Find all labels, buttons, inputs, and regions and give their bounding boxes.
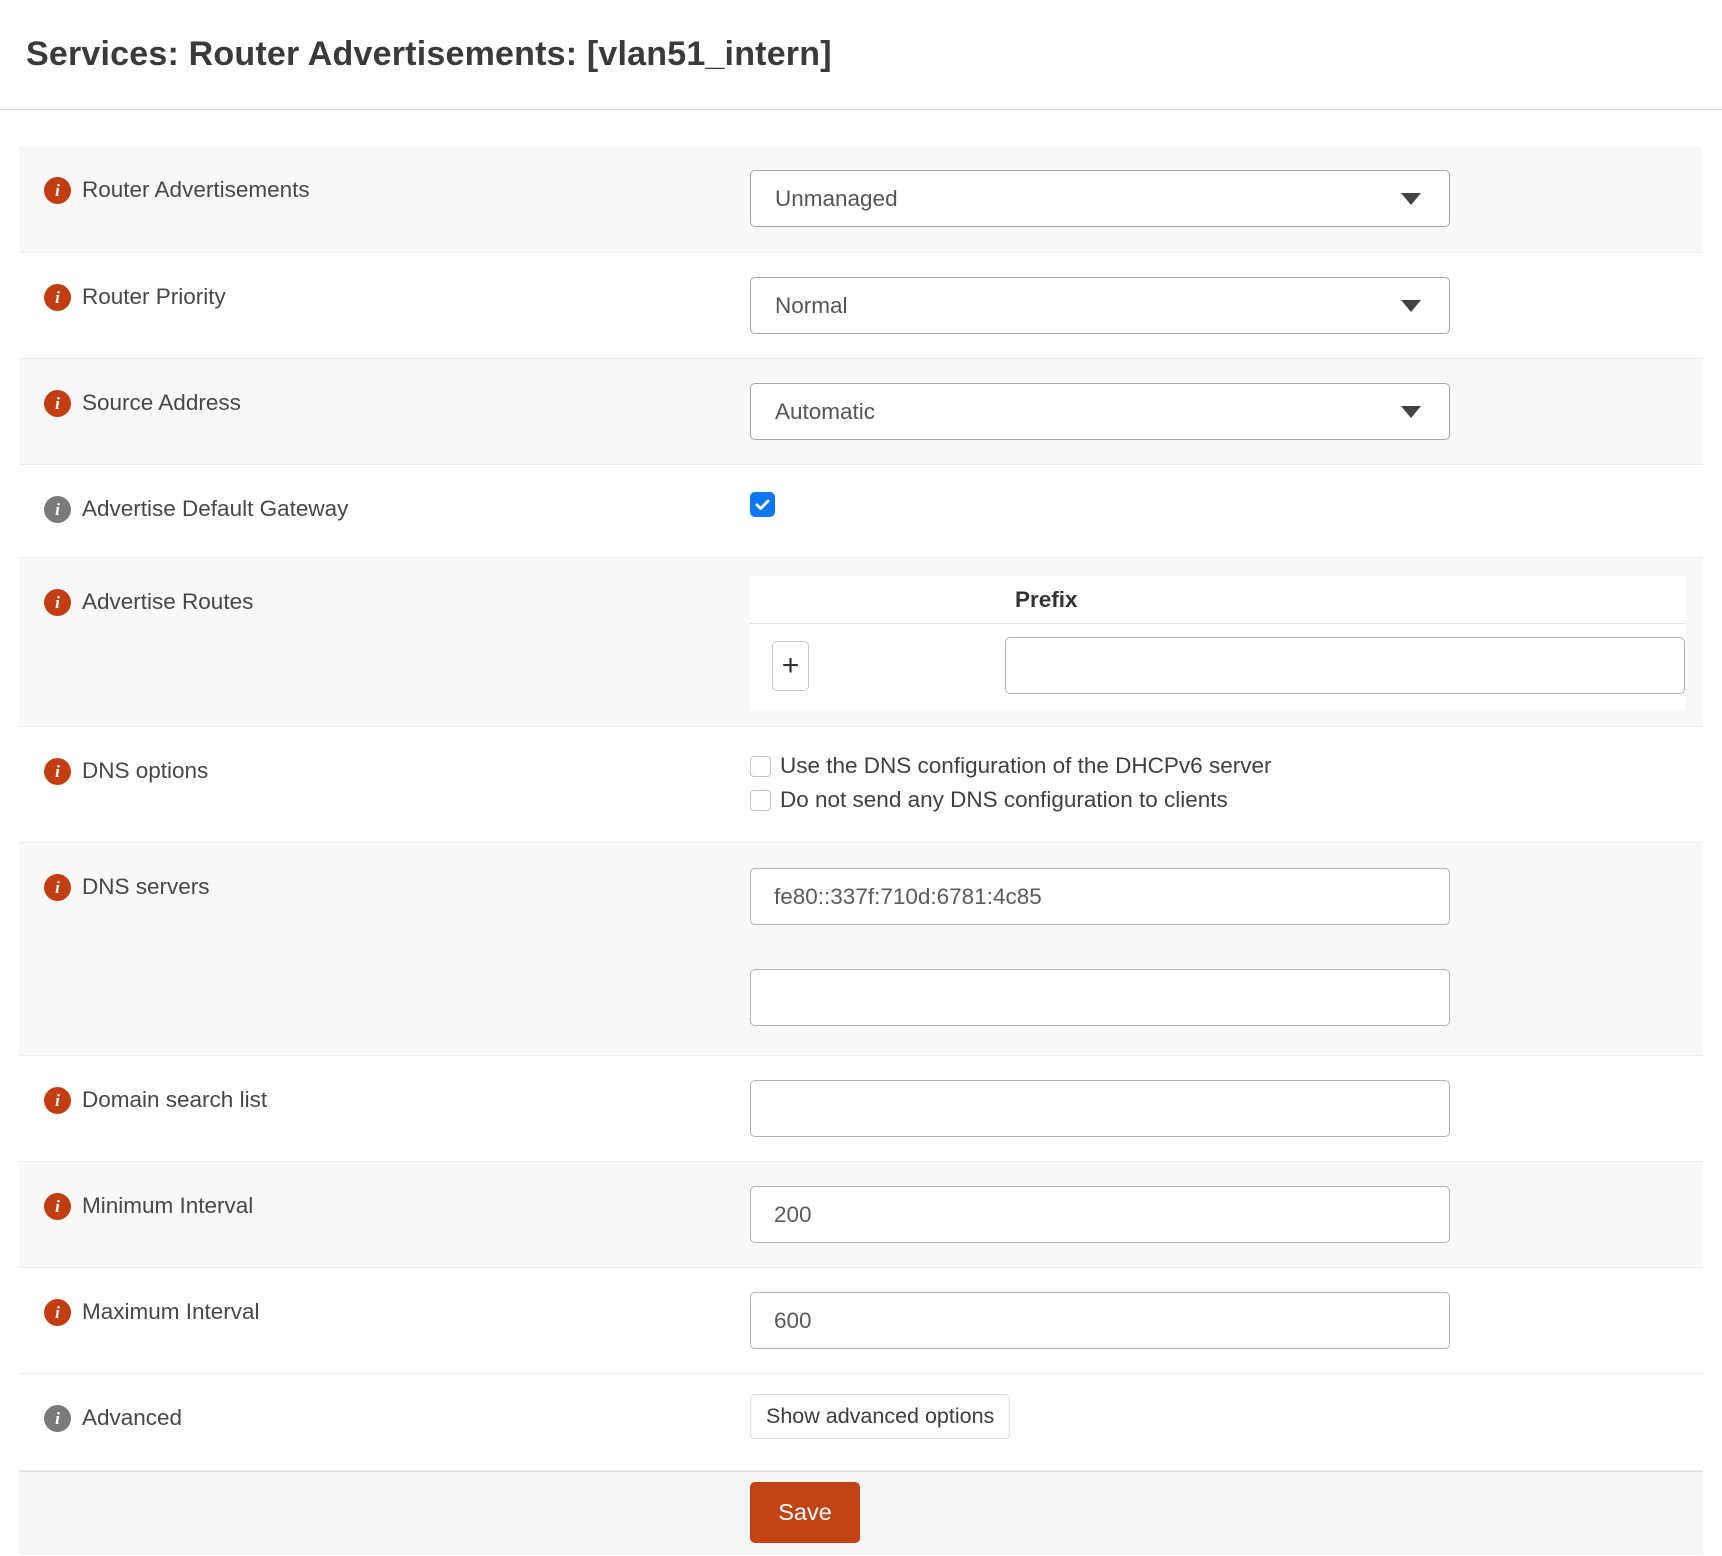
- use-dhcpv6-dns-checkbox[interactable]: [750, 756, 771, 777]
- advertise-default-gateway-checkbox[interactable]: [750, 492, 775, 517]
- row-control-cell: [750, 1056, 1703, 1161]
- row-control-cell: [750, 1268, 1703, 1373]
- chevron-down-icon: [1401, 193, 1421, 205]
- field-label: DNS servers: [82, 874, 210, 900]
- route-prefix-input[interactable]: [1005, 637, 1685, 694]
- info-icon[interactable]: i: [44, 1299, 71, 1326]
- row-control-cell: Use the DNS configuration of the DHCPv6 …: [750, 727, 1703, 842]
- row-control-cell: Automatic: [750, 359, 1703, 464]
- row-label-cell: i DNS servers: [19, 843, 750, 1055]
- router-priority-select[interactable]: Normal: [750, 277, 1450, 334]
- row-label-cell: i Domain search list: [19, 1056, 750, 1161]
- row-label-cell: i Advertise Default Gateway: [19, 465, 750, 557]
- row-control-cell: [750, 1162, 1703, 1267]
- info-icon[interactable]: i: [44, 1087, 71, 1114]
- info-icon[interactable]: i: [44, 496, 71, 523]
- field-label: Advanced: [82, 1405, 182, 1431]
- info-icon[interactable]: i: [44, 874, 71, 901]
- row-control-cell: [750, 843, 1703, 1055]
- selected-value: Automatic: [775, 399, 875, 425]
- selected-value: Unmanaged: [775, 186, 898, 212]
- row-advanced: i Advanced Show advanced options: [19, 1374, 1703, 1471]
- no-dns-config-checkbox[interactable]: [750, 790, 771, 811]
- row-label-cell: i Maximum Interval: [19, 1268, 750, 1373]
- field-label: Minimum Interval: [82, 1193, 253, 1219]
- dns-option-1: Use the DNS configuration of the DHCPv6 …: [750, 753, 1684, 779]
- field-label: Source Address: [82, 390, 241, 416]
- chevron-down-icon: [1401, 406, 1421, 418]
- info-icon[interactable]: i: [44, 589, 71, 616]
- row-label-cell: i Minimum Interval: [19, 1162, 750, 1267]
- router-advertisements-select[interactable]: Unmanaged: [750, 170, 1450, 227]
- maximum-interval-input[interactable]: [750, 1292, 1450, 1349]
- chevron-down-icon: [1401, 300, 1421, 312]
- row-control-cell: Show advanced options: [750, 1374, 1703, 1470]
- info-icon[interactable]: i: [44, 758, 71, 785]
- row-router-advertisements: i Router Advertisements Unmanaged: [19, 146, 1703, 253]
- minimum-interval-input[interactable]: [750, 1186, 1450, 1243]
- row-advertise-routes: i Advertise Routes Prefix +: [19, 558, 1703, 727]
- check-icon: [753, 495, 772, 514]
- info-icon[interactable]: i: [44, 1193, 71, 1220]
- info-icon[interactable]: i: [44, 1405, 71, 1432]
- source-address-select[interactable]: Automatic: [750, 383, 1450, 440]
- page-title: Services: Router Advertisements: [vlan51…: [26, 35, 832, 74]
- row-router-priority: i Router Priority Normal: [19, 253, 1703, 359]
- selected-value: Normal: [775, 293, 848, 319]
- row-label-cell: i Router Advertisements: [19, 146, 750, 252]
- dns-server-1-input[interactable]: [750, 868, 1450, 925]
- field-label: Router Priority: [82, 284, 226, 310]
- row-domain-search-list: i Domain search list: [19, 1056, 1703, 1162]
- row-label-cell: i Source Address: [19, 359, 750, 464]
- routes-table-row: +: [750, 624, 1685, 710]
- show-advanced-options-button[interactable]: Show advanced options: [750, 1394, 1010, 1439]
- row-control-cell: Normal: [750, 253, 1703, 358]
- routes-table-header: Prefix: [750, 576, 1685, 624]
- info-icon[interactable]: i: [44, 390, 71, 417]
- domain-search-list-input[interactable]: [750, 1080, 1450, 1137]
- save-button[interactable]: Save: [750, 1482, 860, 1543]
- dns-server-2-input[interactable]: [750, 969, 1450, 1026]
- row-control-cell: Unmanaged: [750, 146, 1703, 252]
- field-label: DNS options: [82, 758, 208, 784]
- info-icon[interactable]: i: [44, 284, 71, 311]
- row-control-cell: Prefix +: [750, 558, 1704, 726]
- field-label: Maximum Interval: [82, 1299, 260, 1325]
- field-label: Advertise Routes: [82, 589, 253, 615]
- row-advertise-default-gateway: i Advertise Default Gateway: [19, 465, 1703, 558]
- row-source-address: i Source Address Automatic: [19, 359, 1703, 465]
- dns-option-2: Do not send any DNS configuration to cli…: [750, 787, 1684, 813]
- form-footer: Save: [19, 1471, 1703, 1555]
- prefix-column-header: Prefix: [1015, 587, 1078, 613]
- checkbox-label: Use the DNS configuration of the DHCPv6 …: [780, 753, 1271, 779]
- row-label-cell: i Advertise Routes: [19, 558, 750, 726]
- row-dns-options: i DNS options Use the DNS configuration …: [19, 727, 1703, 843]
- advertise-routes-table: Prefix +: [750, 576, 1685, 710]
- field-label: Advertise Default Gateway: [82, 496, 348, 522]
- add-route-button[interactable]: +: [772, 641, 809, 691]
- row-maximum-interval: i Maximum Interval: [19, 1268, 1703, 1374]
- row-minimum-interval: i Minimum Interval: [19, 1162, 1703, 1268]
- row-dns-servers: i DNS servers: [19, 843, 1703, 1056]
- row-label-cell: i Router Priority: [19, 253, 750, 358]
- row-label-cell: i Advanced: [19, 1374, 750, 1470]
- checkbox-label: Do not send any DNS configuration to cli…: [780, 787, 1228, 813]
- page-header: Services: Router Advertisements: [vlan51…: [0, 0, 1722, 110]
- info-icon[interactable]: i: [44, 177, 71, 204]
- field-label: Router Advertisements: [82, 177, 310, 203]
- settings-form: i Router Advertisements Unmanaged i Rout…: [19, 146, 1703, 1555]
- row-label-cell: i DNS options: [19, 727, 750, 842]
- field-label: Domain search list: [82, 1087, 267, 1113]
- row-control-cell: [750, 465, 1703, 557]
